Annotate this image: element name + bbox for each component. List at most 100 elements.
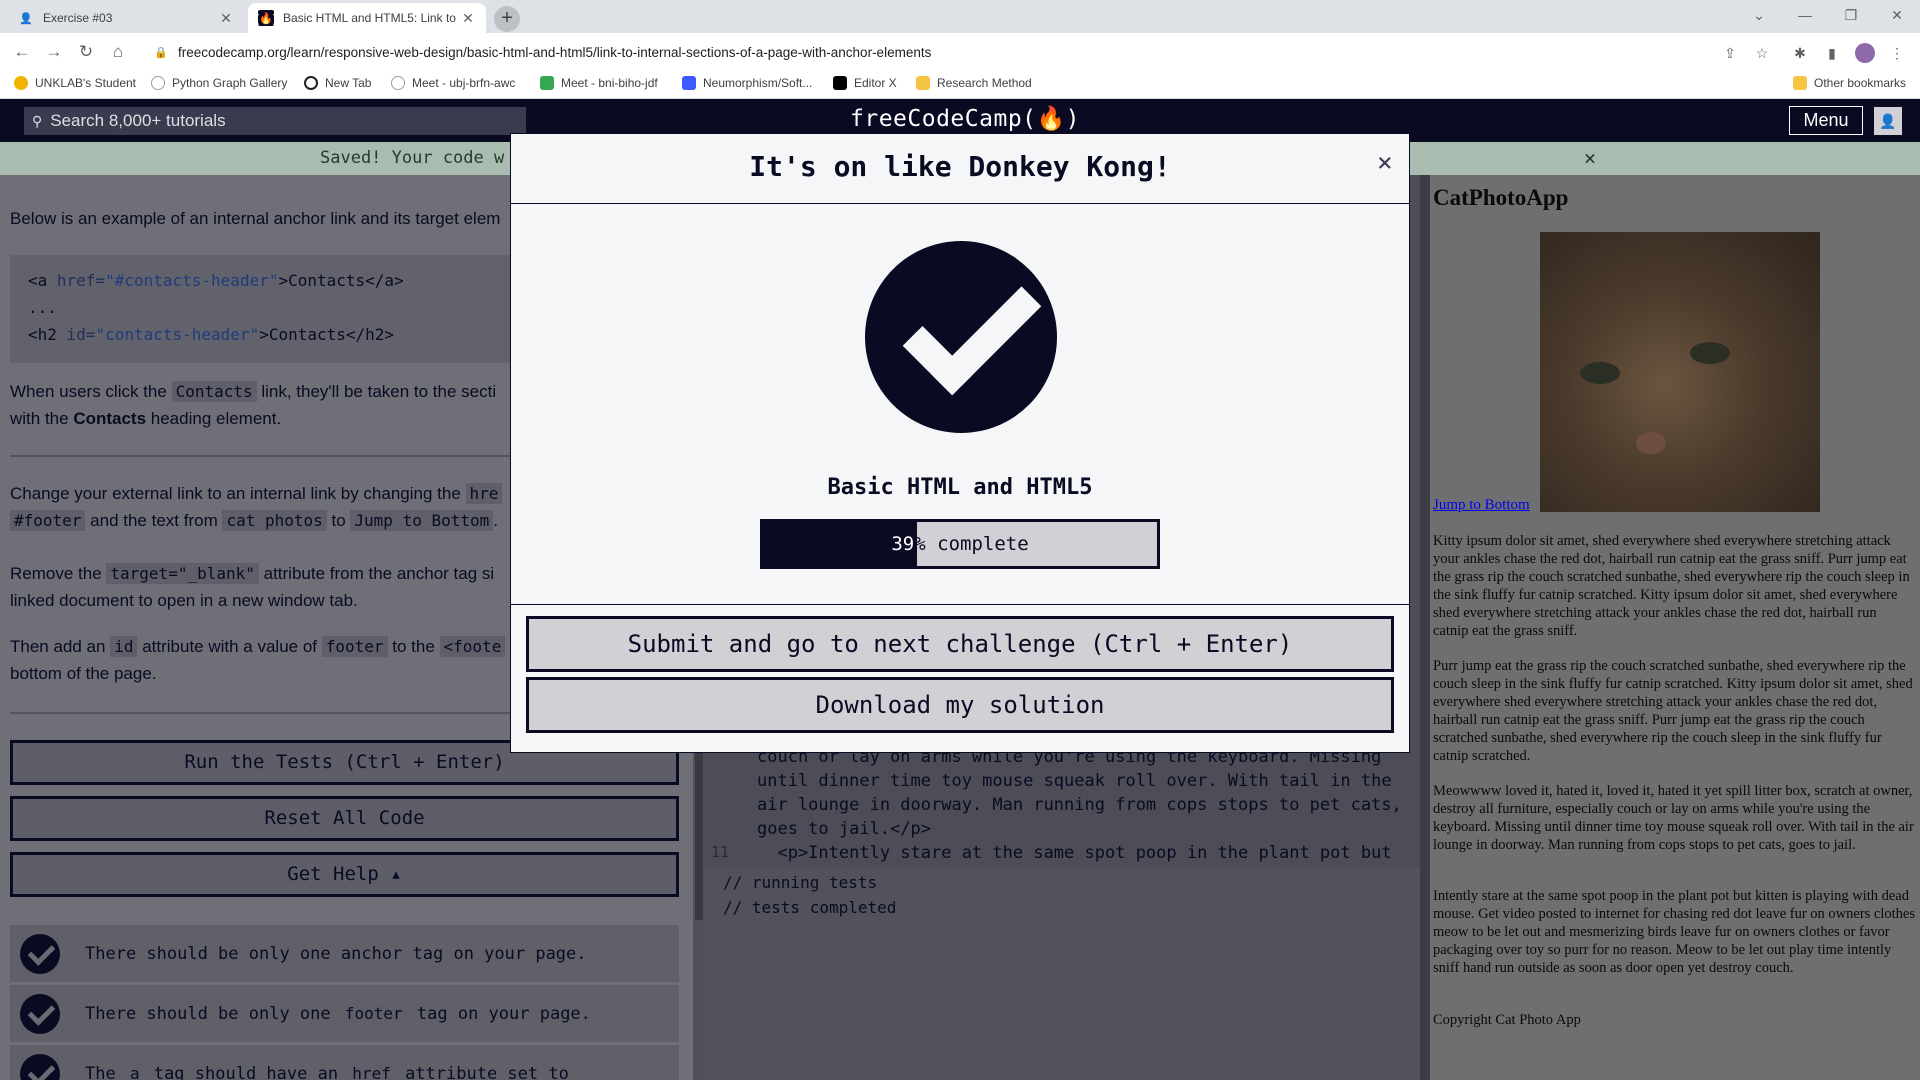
completion-progress-bar: 39% complete <box>760 519 1160 569</box>
editor-line: goes to jail.</p> <box>757 819 931 839</box>
cat-nose <box>1636 432 1666 454</box>
modal-header: It's on like Donkey Kong! × <box>511 134 1409 204</box>
completion-modal: It's on like Donkey Kong! × Basic HTML a… <box>510 133 1410 753</box>
new-tab-button[interactable]: + <box>494 6 520 32</box>
preview-paragraph: Meowwww loved it, hated it, loved it, ha… <box>1433 783 1914 853</box>
test-result: There should be only one footer tag on y… <box>10 985 679 1042</box>
preview-paragraph: Intently stare at the same spot poop in … <box>1433 888 1915 976</box>
lesson-paragraph-2: When users click the Contacts link, they… <box>10 381 497 428</box>
modal-divider <box>511 604 1409 605</box>
extensions-icon[interactable]: ✱ <box>1790 43 1810 63</box>
bookmark-favicon-icon <box>833 76 847 90</box>
profile-avatar[interactable] <box>1855 43 1875 63</box>
folder-icon <box>916 76 930 90</box>
cat-eye <box>1690 342 1730 364</box>
browser-toolbar: ← → ↻ ⌂ 🔒 freecodecamp.org/learn/respons… <box>0 33 1920 71</box>
flash-text: Saved! Your code w <box>320 148 505 168</box>
lesson-intro: Below is an example of an internal ancho… <box>10 209 501 228</box>
check-icon <box>20 933 60 974</box>
bookmark-label: Neumorphism/Soft... <box>703 76 813 90</box>
tab-title: Basic HTML and HTML5: Link to <box>283 11 456 25</box>
get-help-button[interactable]: Get Help ▴ <box>10 852 679 897</box>
user-icon: 👤 <box>19 12 33 25</box>
user-avatar-icon[interactable]: 👤 <box>1874 107 1902 135</box>
minimize-button[interactable]: — <box>1782 0 1828 33</box>
preview-title: CatPhotoApp <box>1433 185 1569 210</box>
test-console: // running tests // tests completed <box>705 867 1420 1080</box>
bookmark-editor-x[interactable]: Editor X <box>833 76 897 90</box>
search-icon: ⚲ <box>32 112 43 129</box>
progress-text: 39% complete <box>891 533 1029 555</box>
bookmark-label: New Tab <box>325 76 372 90</box>
bookmark-label: Other bookmarks <box>1814 76 1907 90</box>
test-result: The a tag should have an href attribute … <box>10 1045 679 1080</box>
reload-icon[interactable]: ↻ <box>74 41 98 65</box>
search-input[interactable]: ⚲ Search 8,000+ tutorials <box>24 107 526 135</box>
success-check-icon <box>865 241 1057 433</box>
copyright-text: Copyright Cat Photo App <box>1433 1012 1581 1028</box>
freecodecamp-icon: (🔥) <box>255 10 277 26</box>
bookmark-favicon-icon <box>682 76 696 90</box>
superblock-title: Basic HTML and HTML5 <box>827 475 1093 500</box>
bookmark-star-icon[interactable]: ☆ <box>1752 43 1772 63</box>
pane-splitter[interactable] <box>1420 175 1430 1080</box>
modal-title: It's on like Donkey Kong! <box>749 150 1171 183</box>
fcc-logo[interactable]: freeCodeCamp(🔥) <box>850 105 1080 132</box>
check-icon <box>20 993 60 1034</box>
editor-line: <p>Intently stare at the same spot poop … <box>757 843 1392 863</box>
bookmark-python-graph[interactable]: Python Graph Gallery <box>151 76 287 90</box>
tab-search-icon[interactable]: ⌄ <box>1736 0 1782 33</box>
flash-close-icon[interactable]: × <box>1584 146 1596 170</box>
bookmark-unklab[interactable]: UNKLAB's Student <box>14 76 136 90</box>
jump-to-bottom-link[interactable]: Jump to Bottom <box>1433 497 1530 514</box>
bookmark-label: Python Graph Gallery <box>172 76 288 90</box>
editor-line: air lounge in doorway. Man running from … <box>757 795 1402 815</box>
back-icon[interactable]: ← <box>10 41 34 65</box>
modal-close-icon[interactable]: × <box>1377 148 1393 178</box>
close-tab-icon[interactable]: ✕ <box>460 10 476 27</box>
bookmark-favicon-icon <box>304 76 318 90</box>
url-text: freecodecamp.org/learn/responsive-web-de… <box>178 44 932 60</box>
bookmark-new-tab[interactable]: New Tab <box>304 76 371 90</box>
preview-paragraph: Kitty ipsum dolor sit amet, shed everywh… <box>1433 533 1910 639</box>
preview-pane: CatPhotoApp Jump to Bottom Kitty ipsum d… <box>1430 175 1920 1080</box>
restore-button[interactable]: ❐ <box>1828 0 1874 33</box>
side-panel-icon[interactable]: ▮ <box>1822 43 1842 63</box>
home-icon[interactable]: ⌂ <box>106 41 130 65</box>
bookmark-favicon-icon <box>540 76 554 90</box>
menu-button[interactable]: Menu <box>1789 106 1863 135</box>
search-placeholder: Search 8,000+ tutorials <box>50 111 226 130</box>
more-menu-icon[interactable]: ⋮ <box>1887 43 1907 63</box>
tab-basic-html[interactable]: (🔥) Basic HTML and HTML5: Link to ✕ <box>248 3 486 33</box>
download-solution-button[interactable]: Download my solution <box>526 677 1394 733</box>
address-bar[interactable]: 🔒 freecodecamp.org/learn/responsive-web-… <box>146 37 1776 67</box>
browser-tab-strip: 👤 Exercise #03 ✕ (🔥) Basic HTML and HTML… <box>0 0 1920 33</box>
bookmark-meet-1[interactable]: Meet - ubj-brfn-awc <box>391 76 515 90</box>
line-number: 11 <box>711 843 730 861</box>
lock-icon: 🔒 <box>154 46 168 59</box>
cat-photo[interactable] <box>1540 232 1820 512</box>
editor-line: until dinner time toy mouse squeak roll … <box>757 771 1392 791</box>
check-icon <box>20 1053 60 1080</box>
share-icon[interactable]: ⇪ <box>1720 43 1740 63</box>
bookmark-research-method[interactable]: Research Method <box>916 76 1032 90</box>
test-result: There should be only one anchor tag on y… <box>10 925 679 982</box>
submit-next-button[interactable]: Submit and go to next challenge (Ctrl + … <box>526 616 1394 672</box>
close-tab-icon[interactable]: ✕ <box>218 10 234 27</box>
reset-code-button[interactable]: Reset All Code <box>10 796 679 841</box>
lesson-paragraph-3: Change your external link to an internal… <box>10 480 503 534</box>
bookmarks-bar: UNKLAB's Student Python Graph Gallery Ne… <box>0 71 1920 99</box>
tab-exercise[interactable]: 👤 Exercise #03 ✕ <box>8 3 244 33</box>
bookmark-label: Editor X <box>854 76 897 90</box>
bookmark-label: UNKLAB's Student <box>35 76 137 90</box>
bookmark-favicon-icon <box>151 76 165 90</box>
bookmark-neumorphism[interactable]: Neumorphism/Soft... <box>682 76 812 90</box>
bookmark-meet-2[interactable]: Meet - bni-biho-jdf <box>540 76 658 90</box>
lesson-paragraph-4: Remove the target="_blank" attribute fro… <box>10 563 495 610</box>
tab-title: Exercise #03 <box>43 11 113 25</box>
folder-icon <box>1793 76 1807 90</box>
forward-icon[interactable]: → <box>42 41 66 65</box>
other-bookmarks[interactable]: Other bookmarks <box>1793 76 1906 90</box>
console-line: // running tests <box>723 873 878 892</box>
close-window-button[interactable]: ✕ <box>1874 0 1920 33</box>
